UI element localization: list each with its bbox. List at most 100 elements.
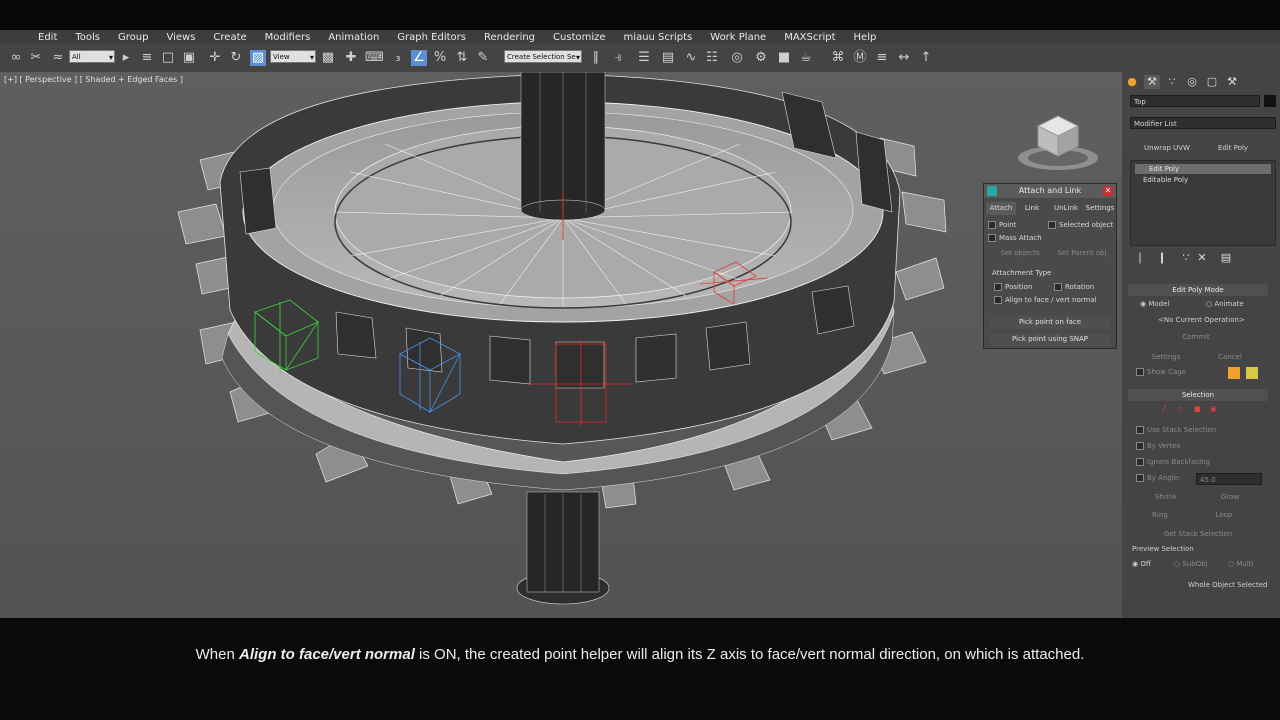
set-parent-button[interactable]: Set Parent obj	[1052, 247, 1112, 260]
curve-editor-icon[interactable]: ∿	[683, 50, 699, 66]
grow-button[interactable]: Grow	[1202, 490, 1258, 504]
modifier-list-dropdown[interactable]: Modifier List	[1130, 117, 1276, 129]
rotate-icon[interactable]: ↻	[228, 50, 244, 66]
menu-customize[interactable]: Customize	[544, 32, 615, 43]
scale-icon[interactable]: ▨	[250, 50, 266, 66]
angle-spinner[interactable]: 45.0	[1196, 473, 1262, 485]
selected-object-checkbox[interactable]: Selected object	[1048, 221, 1113, 229]
mass-attach-checkbox[interactable]: Mass Attach	[988, 234, 1042, 242]
display-tab-icon[interactable]: ▢	[1204, 75, 1220, 89]
point-checkbox[interactable]: Point	[988, 221, 1016, 229]
cage-selected-color-swatch[interactable]	[1246, 367, 1258, 379]
get-stack-selection-button[interactable]: Get Stack Selection	[1150, 527, 1246, 541]
modify-tab-icon[interactable]: ⚒	[1144, 75, 1160, 89]
menu-rendering[interactable]: Rendering	[475, 32, 544, 43]
menu-graph-editors[interactable]: Graph Editors	[388, 32, 475, 43]
align-icon[interactable]: ⫣	[610, 50, 626, 66]
select-object-icon[interactable]: ▸	[118, 50, 134, 66]
object-color-swatch[interactable]	[1264, 95, 1276, 107]
show-end-result-icon[interactable]: ❙	[1154, 251, 1170, 265]
menu-create[interactable]: Create	[204, 32, 255, 43]
tab-settings[interactable]: Settings	[1084, 202, 1116, 215]
viewport-label[interactable]: [+] [ Perspective ] [ Shaded + Edged Fac…	[4, 75, 183, 84]
show-cage-checkbox[interactable]: Show Cage	[1136, 368, 1186, 376]
cancel-button[interactable]: Cancel	[1200, 350, 1260, 364]
subobject-edge-icon[interactable]: ╱	[1162, 405, 1166, 413]
select-and-manipulate-icon[interactable]: ✚	[343, 50, 359, 66]
tab-unlink[interactable]: UnLink	[1050, 202, 1082, 215]
use-stack-selection-checkbox[interactable]: Use Stack Selection	[1136, 426, 1216, 434]
subobject-border-icon[interactable]: ◇	[1178, 405, 1183, 413]
arrow-tool-icon[interactable]: ↔	[896, 50, 912, 66]
make-unique-icon[interactable]: ∵	[1178, 251, 1194, 265]
unlink-icon[interactable]: ✂	[28, 50, 44, 66]
maxscript-listener-icon[interactable]: Ⓜ	[852, 50, 868, 66]
settings-button[interactable]: Settings	[1138, 350, 1194, 364]
utilities-tab-icon[interactable]: ⚒	[1224, 75, 1240, 89]
preview-multi-radio[interactable]: ○ Multi	[1228, 560, 1253, 568]
pick-point-on-face-button[interactable]: Pick point on face	[990, 316, 1110, 329]
menu-miauu-scripts[interactable]: miauu Scripts	[615, 32, 702, 43]
commit-button[interactable]: Commit	[1166, 330, 1226, 344]
material-editor-icon[interactable]: ◎	[729, 50, 745, 66]
named-selection-set-dropdown[interactable]: Create Selection Se	[504, 50, 582, 64]
toolbar-options-icon[interactable]: ≡	[874, 50, 890, 66]
spinner-snap-icon[interactable]: ⇅	[454, 50, 470, 66]
unwrap-uvw-button[interactable]: Unwrap UVW	[1136, 141, 1198, 155]
model-radio[interactable]: ◉ Model	[1140, 300, 1169, 308]
stack-item-edit-poly[interactable]: Edit Poly	[1135, 164, 1271, 174]
loop-button[interactable]: Loop	[1200, 508, 1248, 522]
select-by-name-icon[interactable]: ≡	[139, 50, 155, 66]
subobject-polygon-icon[interactable]: ■	[1194, 405, 1201, 413]
set-objects-button[interactable]: Set objects	[990, 247, 1050, 260]
pick-point-using-snap-button[interactable]: Pick point using SNAP	[990, 333, 1110, 346]
align-to-normal-checkbox[interactable]: Align to face / vert normal	[994, 296, 1097, 304]
configure-sets-icon[interactable]: ▤	[1218, 251, 1234, 265]
pin-stack-icon[interactable]: ❘	[1132, 251, 1148, 265]
rendered-frame-window-icon[interactable]: ■	[776, 50, 792, 66]
tab-attach[interactable]: Attach	[986, 202, 1016, 215]
ignore-backfacing-checkbox[interactable]: Ignore Backfacing	[1136, 458, 1210, 466]
menu-group[interactable]: Group	[109, 32, 157, 43]
render-setup-icon[interactable]: ⚙	[753, 50, 769, 66]
by-vertex-checkbox[interactable]: By Vertex	[1136, 442, 1181, 450]
pivot-center-icon[interactable]: ▩	[320, 50, 336, 66]
preview-subobj-radio[interactable]: ○ SubObj	[1174, 560, 1208, 568]
cage-color-swatch[interactable]	[1228, 367, 1240, 379]
edit-poly-button[interactable]: Edit Poly	[1202, 141, 1264, 155]
move-icon[interactable]: ✛	[207, 50, 223, 66]
reference-coordinate-dropdown[interactable]: View	[270, 50, 316, 64]
percent-snap-icon[interactable]: %	[432, 50, 448, 66]
tab-link[interactable]: Link	[1020, 202, 1044, 215]
menu-tools[interactable]: Tools	[66, 32, 109, 43]
stack-item-editable-poly[interactable]: Editable Poly	[1135, 175, 1271, 185]
menu-modifiers[interactable]: Modifiers	[256, 32, 320, 43]
menu-views[interactable]: Views	[157, 32, 204, 43]
selection-filter-dropdown[interactable]: All	[69, 50, 115, 64]
ring-button[interactable]: Ring	[1136, 508, 1184, 522]
layer-manager-icon[interactable]: ☰	[636, 50, 652, 66]
create-tab-icon[interactable]: ●	[1124, 75, 1140, 89]
close-icon[interactable]: ✕	[1103, 186, 1113, 196]
graphite-toolbar-icon[interactable]: ▤	[660, 50, 676, 66]
menu-animation[interactable]: Animation	[319, 32, 388, 43]
render-production-icon[interactable]: ☕	[798, 50, 814, 66]
preview-off-radio[interactable]: ◉ Off	[1132, 560, 1151, 568]
motion-tab-icon[interactable]: ◎	[1184, 75, 1200, 89]
selection-header[interactable]: Selection	[1128, 389, 1268, 401]
animate-radio[interactable]: ○ Animate	[1206, 300, 1244, 308]
angle-snap-icon[interactable]: ∠	[411, 50, 427, 66]
script-tool-icon[interactable]: ⌘	[830, 50, 846, 66]
subobject-vertex-icon[interactable]: ∴	[1140, 405, 1144, 413]
keyboard-shortcut-override-icon[interactable]: ⌨	[365, 50, 384, 66]
bind-space-warp-icon[interactable]: ≈	[50, 50, 66, 66]
position-checkbox[interactable]: Position	[994, 283, 1032, 291]
object-name-field[interactable]: Top	[1130, 95, 1260, 107]
edit-poly-mode-header[interactable]: Edit Poly Mode	[1128, 284, 1268, 296]
menu-work-plane[interactable]: Work Plane	[701, 32, 775, 43]
mirror-icon[interactable]: ∥	[588, 50, 604, 66]
remove-modifier-icon[interactable]: ✕	[1194, 251, 1210, 265]
schematic-view-icon[interactable]: ☷	[704, 50, 720, 66]
perspective-viewport[interactable]	[0, 72, 1122, 618]
hierarchy-tab-icon[interactable]: ∵	[1164, 75, 1180, 89]
